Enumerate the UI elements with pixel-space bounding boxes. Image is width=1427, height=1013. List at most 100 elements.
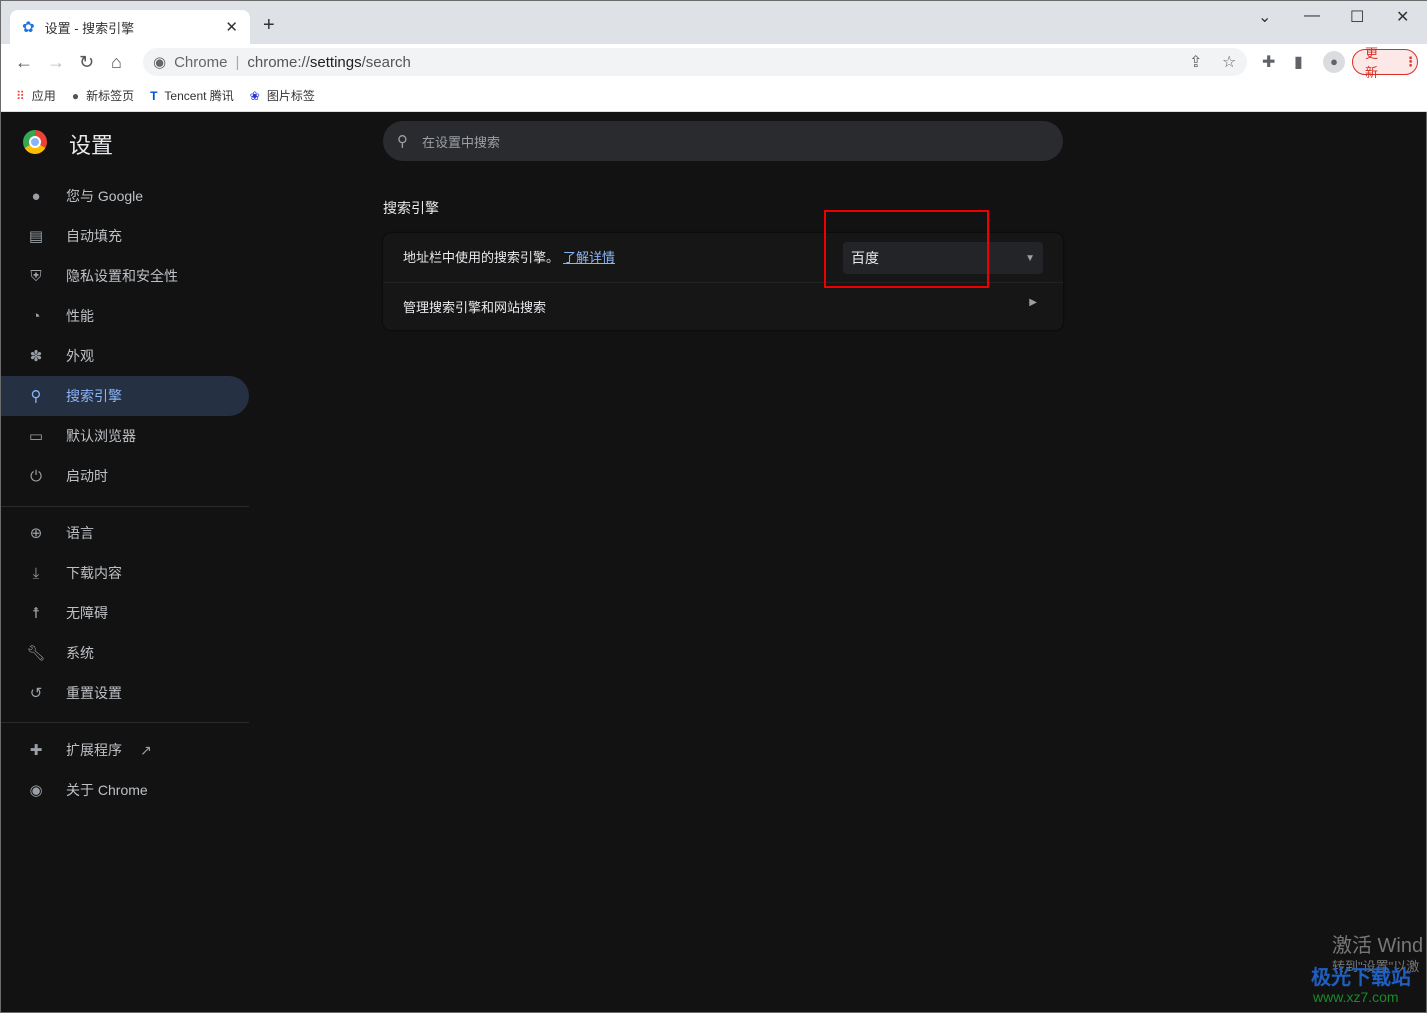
extensions-icon[interactable]: ✚: [1262, 52, 1275, 72]
accessibility-icon: ☨: [31, 605, 41, 622]
gauge-icon: ◔: [31, 307, 41, 325]
manage-label: 管理搜索引擎和网站搜索: [403, 300, 547, 315]
engine-row: 地址栏中使用的搜索引擎。 了解详情: [403, 247, 615, 266]
bookmark-images[interactable]: ❀ 图片标签: [250, 87, 315, 104]
settings-search-input[interactable]: ⚲ 在设置中搜索: [383, 121, 1063, 161]
sidebar-item-label: 语言: [66, 525, 94, 541]
sidebar-item-default-browser[interactable]: ▭ 默认浏览器: [1, 416, 249, 456]
site-watermark: 极光下载站: [1311, 967, 1411, 989]
profile-avatar[interactable]: ●: [1323, 51, 1345, 73]
forward-icon[interactable]: →: [47, 52, 65, 73]
back-icon[interactable]: ←: [15, 52, 33, 73]
close-window-button[interactable]: ✕: [1396, 7, 1409, 27]
person-icon: ●: [31, 187, 41, 205]
title-bar: ✿ 设置 - 搜索引擎 ✕ + ⌄ — ☐ ✕: [1, 1, 1427, 44]
settings-title: 设置: [69, 133, 114, 158]
update-button[interactable]: 更新 ⋮: [1352, 46, 1418, 80]
bookmark-label: 新标签页: [86, 89, 135, 103]
toolbar: ← → ↻ ⌂ ◉ Chrome | chrome://settings/sea…: [1, 44, 1427, 80]
manage-search-engines-row[interactable]: 管理搜索引擎和网站搜索: [403, 297, 546, 316]
dropdown-arrow-icon: ▼: [1025, 252, 1035, 264]
bookmark-tencent[interactable]: T Tencent 腾讯: [150, 87, 234, 104]
sidebar-item-system[interactable]: 🔧︎ 系统: [1, 633, 249, 673]
clipboard-icon: ▤: [28, 228, 44, 245]
sidebar-item-search-engine[interactable]: ⚲ 搜索引擎: [1, 376, 249, 416]
update-label: 更新: [1365, 46, 1379, 80]
tencent-icon: T: [150, 88, 158, 103]
bookmark-newtab[interactable]: ● 新标签页: [72, 87, 134, 104]
reload-icon[interactable]: ↻: [79, 52, 94, 73]
sidebar-item-label: 您与 Google: [66, 188, 144, 204]
sidebar-item-reset[interactable]: ↺ 重置设置: [1, 673, 249, 713]
learn-more-link[interactable]: 了解详情: [563, 250, 615, 265]
bookmark-label: 应用: [31, 89, 56, 103]
sidebar-item-label: 重置设置: [66, 685, 122, 701]
sidebar-item-label: 扩展程序: [66, 742, 122, 758]
sidebar-item-label: 无障碍: [66, 605, 108, 621]
sidebar-item-accessibility[interactable]: ☨ 无障碍: [1, 593, 249, 633]
globe-icon: ●: [71, 88, 80, 103]
bookmark-label: 图片标签: [266, 89, 315, 103]
chrome-icon: ◉: [29, 782, 43, 799]
bookmark-label: Tencent 腾讯: [164, 89, 234, 103]
sidebar-item-on-startup[interactable]: ⏻ 启动时: [1, 456, 249, 496]
divider: [1, 722, 249, 723]
search-placeholder: 在设置中搜索: [422, 134, 501, 150]
engine-label: 地址栏中使用的搜索引擎。: [403, 250, 560, 265]
tab-title: 设置 - 搜索引擎: [44, 20, 135, 36]
sidebar-item-label: 隐私设置和安全性: [66, 268, 178, 284]
puzzle-icon: ✚: [29, 742, 43, 759]
new-tab-button[interactable]: +: [263, 14, 275, 37]
share-icon[interactable]: ⇪: [1189, 52, 1202, 72]
url-path: /search: [361, 53, 411, 71]
activation-watermark: 激活 Wind: [1332, 935, 1424, 957]
address-bar[interactable]: ◉ Chrome | chrome://settings/search: [143, 48, 1247, 76]
omnibox-label: Chrome: [174, 53, 228, 71]
sidebar-item-label: 系统: [66, 645, 94, 661]
globe-icon: ⊕: [29, 525, 43, 542]
wrench-icon: 🔧︎: [26, 645, 46, 662]
star-icon[interactable]: ☆: [1222, 52, 1236, 72]
sidebar-item-label: 下载内容: [66, 565, 122, 581]
tab-search-button[interactable]: ⌄: [1258, 7, 1271, 27]
search-icon: ⚲: [30, 388, 42, 405]
sidebar-item-about[interactable]: ◉ 关于 Chrome: [1, 770, 249, 810]
sidebar-item-label: 默认浏览器: [66, 428, 136, 444]
side-panel-icon[interactable]: ▮: [1294, 52, 1303, 72]
minimize-button[interactable]: —: [1304, 7, 1320, 25]
sidebar-item-languages[interactable]: ⊕ 语言: [1, 513, 249, 553]
sidebar-item-label: 关于 Chrome: [66, 782, 148, 798]
section-title: 搜索引擎: [383, 200, 439, 216]
sidebar-item-downloads[interactable]: ⤓ 下载内容: [1, 553, 249, 593]
power-icon: ⏻: [30, 467, 42, 485]
site-watermark-url: www.xz7.com: [1313, 989, 1399, 1005]
chrome-logo-icon: [23, 130, 47, 154]
sidebar-item-extensions[interactable]: ✚ 扩展程序 ↗: [1, 730, 249, 770]
url-host: settings: [309, 53, 362, 71]
shield-icon: ⛨: [30, 267, 42, 285]
chevron-right-icon[interactable]: ▶: [1029, 297, 1037, 308]
sidebar-item-autofill[interactable]: ▤ 自动填充: [1, 216, 249, 256]
bookmark-apps[interactable]: ⠿ 应用: [16, 87, 56, 104]
sidebar-item-you-and-google[interactable]: ● 您与 Google: [1, 176, 249, 216]
open-external-icon: ↗: [140, 741, 152, 758]
sidebar-item-appearance[interactable]: ✽ 外观: [1, 336, 249, 376]
divider: [1, 506, 249, 507]
sidebar-item-label: 外观: [66, 348, 94, 364]
sidebar-item-label: 搜索引擎: [66, 388, 122, 404]
home-icon[interactable]: ⌂: [111, 52, 122, 73]
apps-grid-icon: ⠿: [16, 88, 25, 103]
highlight-box: [824, 210, 989, 288]
search-icon: ⚲: [397, 133, 408, 150]
maximize-button[interactable]: ☐: [1350, 7, 1364, 27]
baidu-paw-icon: ❀: [249, 88, 260, 103]
close-tab-icon[interactable]: ✕: [225, 18, 238, 36]
palette-icon: ✽: [29, 348, 43, 365]
bookmarks-bar: ⠿ 应用 ● 新标签页 T Tencent 腾讯 ❀ 图片标签: [1, 80, 1427, 112]
sidebar-item-label: 自动填充: [66, 228, 122, 244]
sidebar-item-label: 性能: [66, 308, 94, 324]
gear-icon: ✿: [22, 19, 35, 36]
sidebar-item-performance[interactable]: ◔ 性能: [1, 296, 249, 336]
tab-settings[interactable]: ✿ 设置 - 搜索引擎 ✕: [10, 10, 250, 44]
sidebar-item-privacy[interactable]: ⛨ 隐私设置和安全性: [1, 256, 249, 296]
